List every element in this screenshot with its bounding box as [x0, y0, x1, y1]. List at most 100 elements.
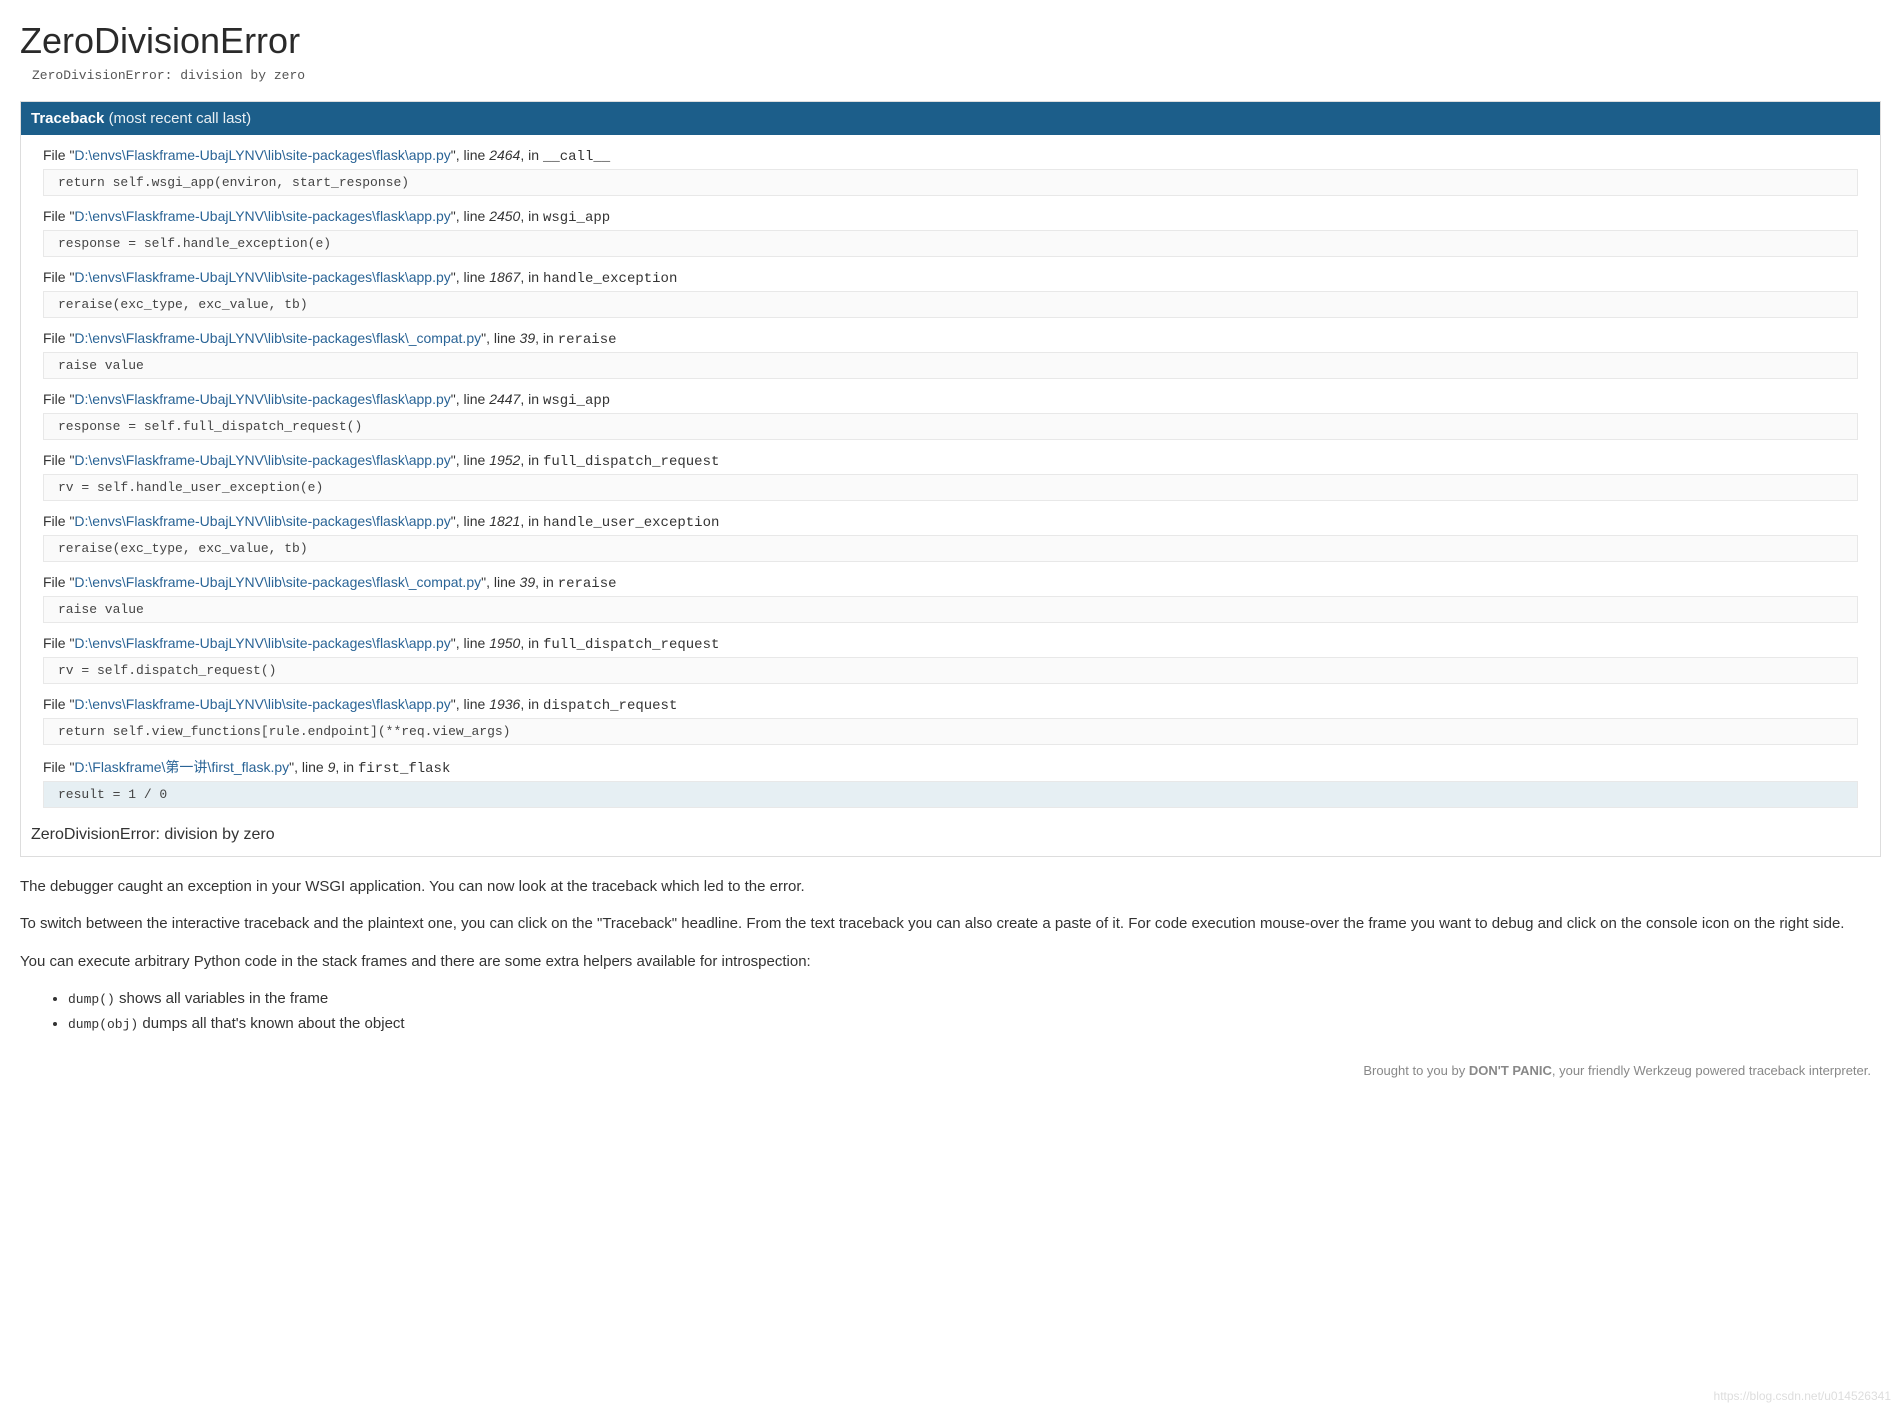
function-name: handle_user_exception	[543, 515, 719, 531]
frame-header: File "D:\envs\Flaskframe-UbajLYNV\lib\si…	[31, 324, 1870, 350]
file-path: D:\envs\Flaskframe-UbajLYNV\lib\site-pac…	[74, 574, 481, 590]
footer-post: , your friendly Werkzeug powered traceba…	[1552, 1063, 1871, 1078]
file-path: D:\envs\Flaskframe-UbajLYNV\lib\site-pac…	[74, 452, 450, 468]
line-number: 1936	[489, 696, 520, 712]
exception-message: ZeroDivisionError: division by zero	[32, 68, 1881, 83]
code-line[interactable]: reraise(exc_type, exc_value, tb)	[43, 291, 1858, 318]
info-paragraph-3: You can execute arbitrary Python code in…	[20, 950, 1881, 973]
traceback-frame[interactable]: File "D:\envs\Flaskframe-UbajLYNV\lib\si…	[31, 629, 1870, 684]
func-prefix: , in	[520, 208, 543, 224]
traceback-frame[interactable]: File "D:\envs\Flaskframe-UbajLYNV\lib\si…	[31, 446, 1870, 501]
file-path: D:\envs\Flaskframe-UbajLYNV\lib\site-pac…	[74, 513, 450, 529]
function-name: full_dispatch_request	[543, 454, 719, 470]
code-line[interactable]: response = self.full_dispatch_request()	[43, 413, 1858, 440]
line-label: ", line	[451, 269, 489, 285]
function-name: dispatch_request	[543, 698, 677, 714]
helper-text-dump: shows all variables in the frame	[115, 990, 328, 1007]
code-line[interactable]: raise value	[43, 596, 1858, 623]
function-name: handle_exception	[543, 271, 677, 287]
traceback-frames: File "D:\envs\Flaskframe-UbajLYNV\lib\si…	[21, 135, 1880, 816]
traceback-frame[interactable]: File "D:\envs\Flaskframe-UbajLYNV\lib\si…	[31, 690, 1870, 745]
code-line[interactable]: raise value	[43, 352, 1858, 379]
code-line[interactable]: rv = self.dispatch_request()	[43, 657, 1858, 684]
line-number: 2450	[489, 208, 520, 224]
file-label: File "	[43, 269, 74, 285]
footer-strong: DON'T PANIC	[1469, 1063, 1552, 1078]
exception-repeat: ZeroDivisionError: division by zero	[21, 816, 1880, 856]
func-prefix: , in	[520, 269, 543, 285]
traceback-frame[interactable]: File "D:\envs\Flaskframe-UbajLYNV\lib\si…	[31, 507, 1870, 562]
code-line[interactable]: response = self.handle_exception(e)	[43, 230, 1858, 257]
frame-header: File "D:\Flaskframe\第一讲\first_flask.py",…	[31, 751, 1870, 779]
file-label: File "	[43, 574, 74, 590]
function-name: reraise	[558, 576, 617, 592]
traceback-frame[interactable]: File "D:\envs\Flaskframe-UbajLYNV\lib\si…	[31, 324, 1870, 379]
line-number: 2447	[489, 391, 520, 407]
code-line[interactable]: reraise(exc_type, exc_value, tb)	[43, 535, 1858, 562]
line-label: ", line	[451, 513, 489, 529]
line-number: 1950	[489, 635, 520, 651]
file-label: File "	[43, 759, 74, 775]
traceback-frame[interactable]: File "D:\envs\Flaskframe-UbajLYNV\lib\si…	[31, 141, 1870, 196]
exception-title: ZeroDivisionError	[20, 20, 1881, 62]
footer-pre: Brought to you by	[1363, 1063, 1469, 1078]
info-paragraph-2: To switch between the interactive traceb…	[20, 912, 1881, 935]
func-prefix: , in	[520, 452, 543, 468]
file-label: File "	[43, 635, 74, 651]
file-label: File "	[43, 696, 74, 712]
file-path: D:\envs\Flaskframe-UbajLYNV\lib\site-pac…	[74, 208, 450, 224]
traceback-frame[interactable]: File "D:\Flaskframe\第一讲\first_flask.py",…	[31, 751, 1870, 808]
func-prefix: , in	[535, 330, 558, 346]
code-line[interactable]: rv = self.handle_user_exception(e)	[43, 474, 1858, 501]
file-path: D:\envs\Flaskframe-UbajLYNV\lib\site-pac…	[74, 696, 450, 712]
line-label: ", line	[481, 330, 519, 346]
file-label: File "	[43, 391, 74, 407]
code-line[interactable]: return self.wsgi_app(environ, start_resp…	[43, 169, 1858, 196]
frame-header: File "D:\envs\Flaskframe-UbajLYNV\lib\si…	[31, 385, 1870, 411]
line-number: 1952	[489, 452, 520, 468]
line-label: ", line	[451, 147, 489, 163]
frame-header: File "D:\envs\Flaskframe-UbajLYNV\lib\si…	[31, 263, 1870, 289]
file-path: D:\envs\Flaskframe-UbajLYNV\lib\site-pac…	[74, 391, 450, 407]
func-prefix: , in	[335, 759, 358, 775]
traceback-frame[interactable]: File "D:\envs\Flaskframe-UbajLYNV\lib\si…	[31, 263, 1870, 318]
traceback-frame[interactable]: File "D:\envs\Flaskframe-UbajLYNV\lib\si…	[31, 385, 1870, 440]
line-label: ", line	[451, 696, 489, 712]
traceback-frame[interactable]: File "D:\envs\Flaskframe-UbajLYNV\lib\si…	[31, 202, 1870, 257]
file-label: File "	[43, 513, 74, 529]
helper-item-dump-obj: dump(obj) dumps all that's known about t…	[68, 1012, 1881, 1035]
file-path: D:\envs\Flaskframe-UbajLYNV\lib\site-pac…	[74, 147, 450, 163]
line-number: 1867	[489, 269, 520, 285]
file-label: File "	[43, 208, 74, 224]
helper-item-dump: dump() shows all variables in the frame	[68, 987, 1881, 1010]
line-label: ", line	[451, 635, 489, 651]
func-prefix: , in	[520, 147, 543, 163]
traceback-header[interactable]: Traceback (most recent call last)	[21, 102, 1880, 135]
line-label: ", line	[451, 452, 489, 468]
helper-list: dump() shows all variables in the frame …	[68, 987, 1881, 1036]
line-label: ", line	[451, 391, 489, 407]
helper-code-dump: dump()	[68, 992, 115, 1007]
line-label: ", line	[451, 208, 489, 224]
info-paragraph-1: The debugger caught an exception in your…	[20, 875, 1881, 898]
function-name: full_dispatch_request	[543, 637, 719, 653]
traceback-header-suffix: (most recent call last)	[109, 110, 252, 127]
function-name: first_flask	[358, 761, 450, 777]
func-prefix: , in	[520, 513, 543, 529]
frame-header: File "D:\envs\Flaskframe-UbajLYNV\lib\si…	[31, 629, 1870, 655]
frame-header: File "D:\envs\Flaskframe-UbajLYNV\lib\si…	[31, 507, 1870, 533]
frame-header: File "D:\envs\Flaskframe-UbajLYNV\lib\si…	[31, 690, 1870, 716]
traceback-header-label: Traceback	[31, 110, 104, 127]
func-prefix: , in	[520, 635, 543, 651]
function-name: wsgi_app	[543, 210, 610, 226]
traceback-box: Traceback (most recent call last) File "…	[20, 101, 1881, 857]
watermark: https://blog.csdn.net/u014526341	[1714, 1389, 1891, 1403]
frame-header: File "D:\envs\Flaskframe-UbajLYNV\lib\si…	[31, 141, 1870, 167]
line-label: ", line	[481, 574, 519, 590]
traceback-frame[interactable]: File "D:\envs\Flaskframe-UbajLYNV\lib\si…	[31, 568, 1870, 623]
code-line[interactable]: result = 1 / 0	[43, 781, 1858, 808]
func-prefix: , in	[520, 391, 543, 407]
line-number: 39	[520, 574, 536, 590]
helper-code-dump-obj: dump(obj)	[68, 1017, 138, 1032]
code-line[interactable]: return self.view_functions[rule.endpoint…	[43, 718, 1858, 745]
